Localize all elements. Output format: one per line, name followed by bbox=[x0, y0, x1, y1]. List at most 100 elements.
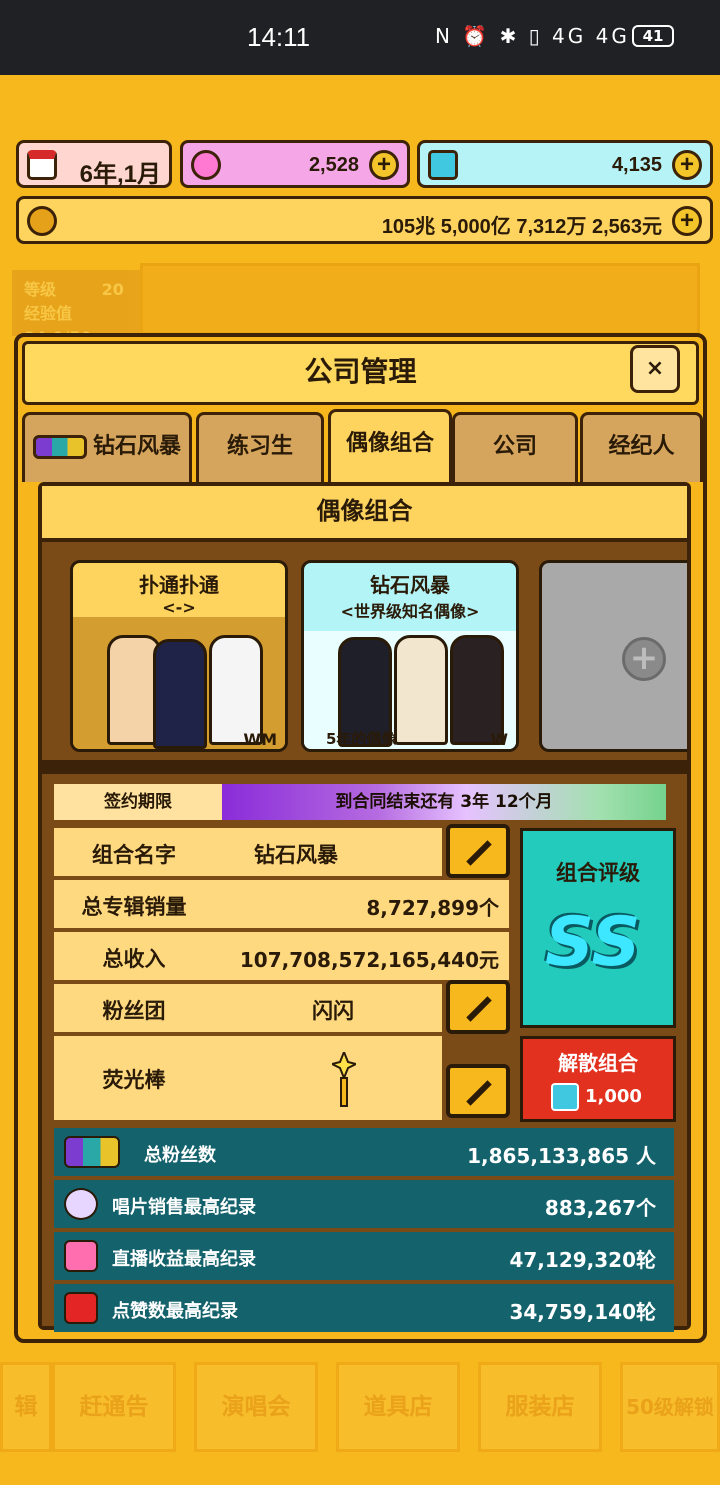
group-icon bbox=[32, 435, 87, 459]
tab-label: 偶像组合 bbox=[345, 431, 434, 456]
tab-label: 经纪人 bbox=[608, 434, 675, 459]
disc-icon bbox=[64, 1188, 98, 1220]
disband-cost: 1,000 bbox=[551, 1083, 642, 1111]
group-portrait: WM bbox=[73, 617, 285, 749]
tab-manager[interactable]: 经纪人 bbox=[580, 412, 703, 482]
group-name-label: 组合名字 bbox=[92, 843, 176, 867]
add-diamond-button[interactable]: + bbox=[672, 150, 702, 180]
idol-figure bbox=[153, 639, 207, 749]
diamond-icon bbox=[428, 150, 458, 180]
group-subtitle: <-> bbox=[162, 598, 196, 617]
edit-lightstick-button[interactable] bbox=[446, 1064, 510, 1118]
menu-item-costume-shop[interactable]: 服装店 bbox=[478, 1362, 602, 1452]
add-group-slot[interactable]: + bbox=[539, 560, 687, 752]
idol-figure bbox=[394, 635, 448, 745]
diamond-bar: 4,135 + bbox=[417, 140, 713, 188]
date-text: 6年,1月 bbox=[79, 161, 161, 188]
pink-gem-icon bbox=[191, 150, 221, 180]
diamond-value: 4,135 bbox=[611, 154, 662, 176]
likes-label: 点赞数最高纪录 bbox=[112, 1301, 238, 1322]
album-sales-value: 8,727,899个 bbox=[366, 896, 499, 920]
group-rating-panel: 组合评级 SS bbox=[520, 828, 676, 1028]
group-portrait: 5年的偶像 W bbox=[304, 631, 516, 749]
income-label: 总收入 bbox=[102, 947, 166, 971]
menu-item-item-shop[interactable]: 道具店 bbox=[336, 1362, 460, 1452]
album-sales-label: 总专辑销量 bbox=[81, 895, 187, 919]
status-icons: N ⏰ ✱ ▯ 4G 4G bbox=[435, 24, 630, 48]
menu-item[interactable]: 辑 bbox=[0, 1362, 52, 1452]
contract-bar: 签约期限 到合同结束还有 3年 12个月 bbox=[54, 784, 666, 820]
group-card-putong[interactable]: 扑通扑通 <-> WM bbox=[70, 560, 288, 752]
tab-label: 钻石风暴 bbox=[92, 434, 181, 459]
menu-item-unlock[interactable]: 50级解锁 bbox=[620, 1362, 720, 1452]
date-display: 6年,1月 bbox=[16, 140, 172, 188]
total-fans-value: 1,865,133,865 人 bbox=[467, 1144, 656, 1168]
background-menu-row bbox=[140, 263, 700, 335]
record-sales-label: 唱片销售最高纪录 bbox=[112, 1197, 256, 1218]
section-title: 偶像组合 bbox=[42, 486, 687, 538]
calendar-icon bbox=[27, 150, 57, 180]
group-subtitle: <世界级知名偶像> bbox=[340, 602, 480, 621]
total-fans-row: 总粉丝数 1,865,133,865 人 bbox=[54, 1128, 674, 1176]
play-icon bbox=[64, 1292, 98, 1324]
chip-label: WM bbox=[243, 730, 277, 749]
idol-figure bbox=[209, 635, 263, 745]
status-time: 14:11 bbox=[247, 22, 311, 52]
group-name-value: 钻石风暴 bbox=[254, 843, 338, 867]
level-value: 20 bbox=[101, 280, 124, 299]
menu-item-promo[interactable]: 赶通告 bbox=[52, 1362, 176, 1452]
total-fans-label: 总粉丝数 bbox=[144, 1145, 216, 1166]
contract-remaining: 到合同结束还有 3年 12个月 bbox=[222, 784, 666, 820]
modal-title: 公司管理 bbox=[22, 341, 699, 405]
add-money-button[interactable]: + bbox=[672, 206, 702, 236]
add-pink-currency-button[interactable]: + bbox=[369, 150, 399, 180]
idol-years-label: 5年的偶像 bbox=[326, 730, 397, 748]
tab-idol-groups[interactable]: 偶像组合 bbox=[328, 409, 452, 482]
fanclub-row: 粉丝团 闪闪 bbox=[54, 984, 442, 1032]
rating-label: 组合评级 bbox=[556, 861, 640, 885]
rating-value: SS bbox=[545, 903, 641, 982]
status-bar: 14:11 N ⏰ ✱ ▯ 4G 4G 41 bbox=[0, 0, 720, 75]
menu-item-concert[interactable]: 演唱会 bbox=[194, 1362, 318, 1452]
battery-icon: 41 bbox=[632, 25, 674, 47]
group-carousel[interactable]: 扑通扑通 <-> WM 钻石风暴 <世界级知名偶像> 5年的偶像 W + bbox=[42, 542, 687, 760]
money-bar: 105兆 5,000亿 7,312万 2,563元 + bbox=[16, 196, 713, 244]
music-note-icon bbox=[64, 1240, 98, 1272]
diamond-icon bbox=[551, 1083, 579, 1111]
contract-label: 签约期限 bbox=[104, 792, 172, 812]
idol-group-panel: 偶像组合 扑通扑通 <-> WM 钻石风暴 <世界级知名偶像> 5年的偶像 W … bbox=[38, 482, 691, 1332]
company-management-modal: 公司管理 × 钻石风暴 练习生 偶像组合 公司 经纪人 偶像组合 扑通扑通 <-… bbox=[14, 333, 707, 1343]
live-income-value: 47,129,320轮 bbox=[509, 1248, 656, 1272]
income-row: 总收入 107,708,572,165,440元 bbox=[54, 932, 509, 980]
chip-label: W bbox=[490, 730, 508, 749]
pink-currency-value: 2,528 bbox=[308, 154, 359, 176]
close-button[interactable]: × bbox=[630, 345, 680, 393]
tab-company[interactable]: 公司 bbox=[452, 412, 578, 482]
group-name-row: 组合名字 钻石风暴 bbox=[54, 828, 442, 876]
level-box: 等级 20 经验值 34.0/50 bbox=[12, 270, 140, 347]
lightstick-row: 荧光棒 bbox=[54, 1036, 442, 1120]
disband-label: 解散组合 bbox=[558, 1051, 638, 1075]
disband-group-button[interactable]: 解散组合 1,000 bbox=[520, 1036, 676, 1122]
album-sales-row: 总专辑销量 8,727,899个 bbox=[54, 880, 509, 928]
live-income-row: 直播收益最高纪录 47,129,320轮 bbox=[54, 1232, 674, 1280]
record-sales-value: 883,267个 bbox=[544, 1196, 656, 1220]
likes-value: 34,759,140轮 bbox=[509, 1300, 656, 1324]
coin-icon bbox=[27, 206, 57, 236]
edit-name-button[interactable] bbox=[446, 824, 510, 878]
lightstick-label: 荧光棒 bbox=[102, 1068, 166, 1092]
record-sales-row: 唱片销售最高纪录 883,267个 bbox=[54, 1180, 674, 1228]
level-label: 等级 bbox=[24, 280, 57, 299]
tab-trainees[interactable]: 练习生 bbox=[196, 412, 324, 482]
tab-diamond-storm[interactable]: 钻石风暴 bbox=[22, 412, 192, 482]
group-name: 扑通扑通 bbox=[139, 573, 219, 597]
disband-cost-value: 1,000 bbox=[585, 1086, 642, 1107]
add-icon: + bbox=[622, 637, 666, 681]
live-income-label: 直播收益最高纪录 bbox=[112, 1249, 256, 1270]
fans-icon bbox=[64, 1136, 120, 1168]
tab-label: 练习生 bbox=[226, 434, 293, 459]
group-name: 钻石风暴 bbox=[370, 573, 450, 597]
bottom-menu: 辑 赶通告 演唱会 道具店 服装店 50级解锁 bbox=[0, 1360, 720, 1485]
edit-fanclub-button[interactable] bbox=[446, 980, 510, 1034]
group-card-diamond-storm[interactable]: 钻石风暴 <世界级知名偶像> 5年的偶像 W bbox=[301, 560, 519, 752]
